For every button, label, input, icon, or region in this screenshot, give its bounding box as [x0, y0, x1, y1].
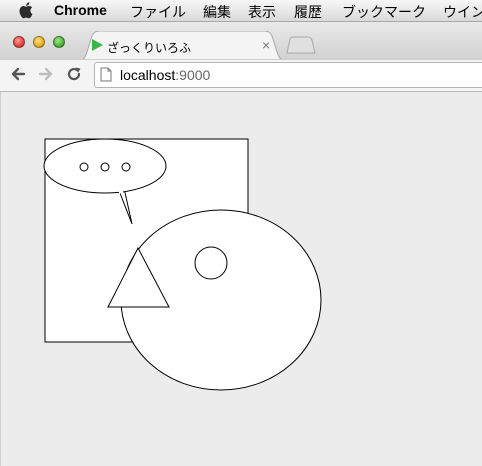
bubble-dot: [121, 162, 131, 172]
bubble-dot: [100, 162, 110, 172]
drawing-canvas[interactable]: [0, 0, 482, 466]
bubble-dot: [79, 162, 89, 172]
small-circle-shape[interactable]: [194, 246, 228, 280]
